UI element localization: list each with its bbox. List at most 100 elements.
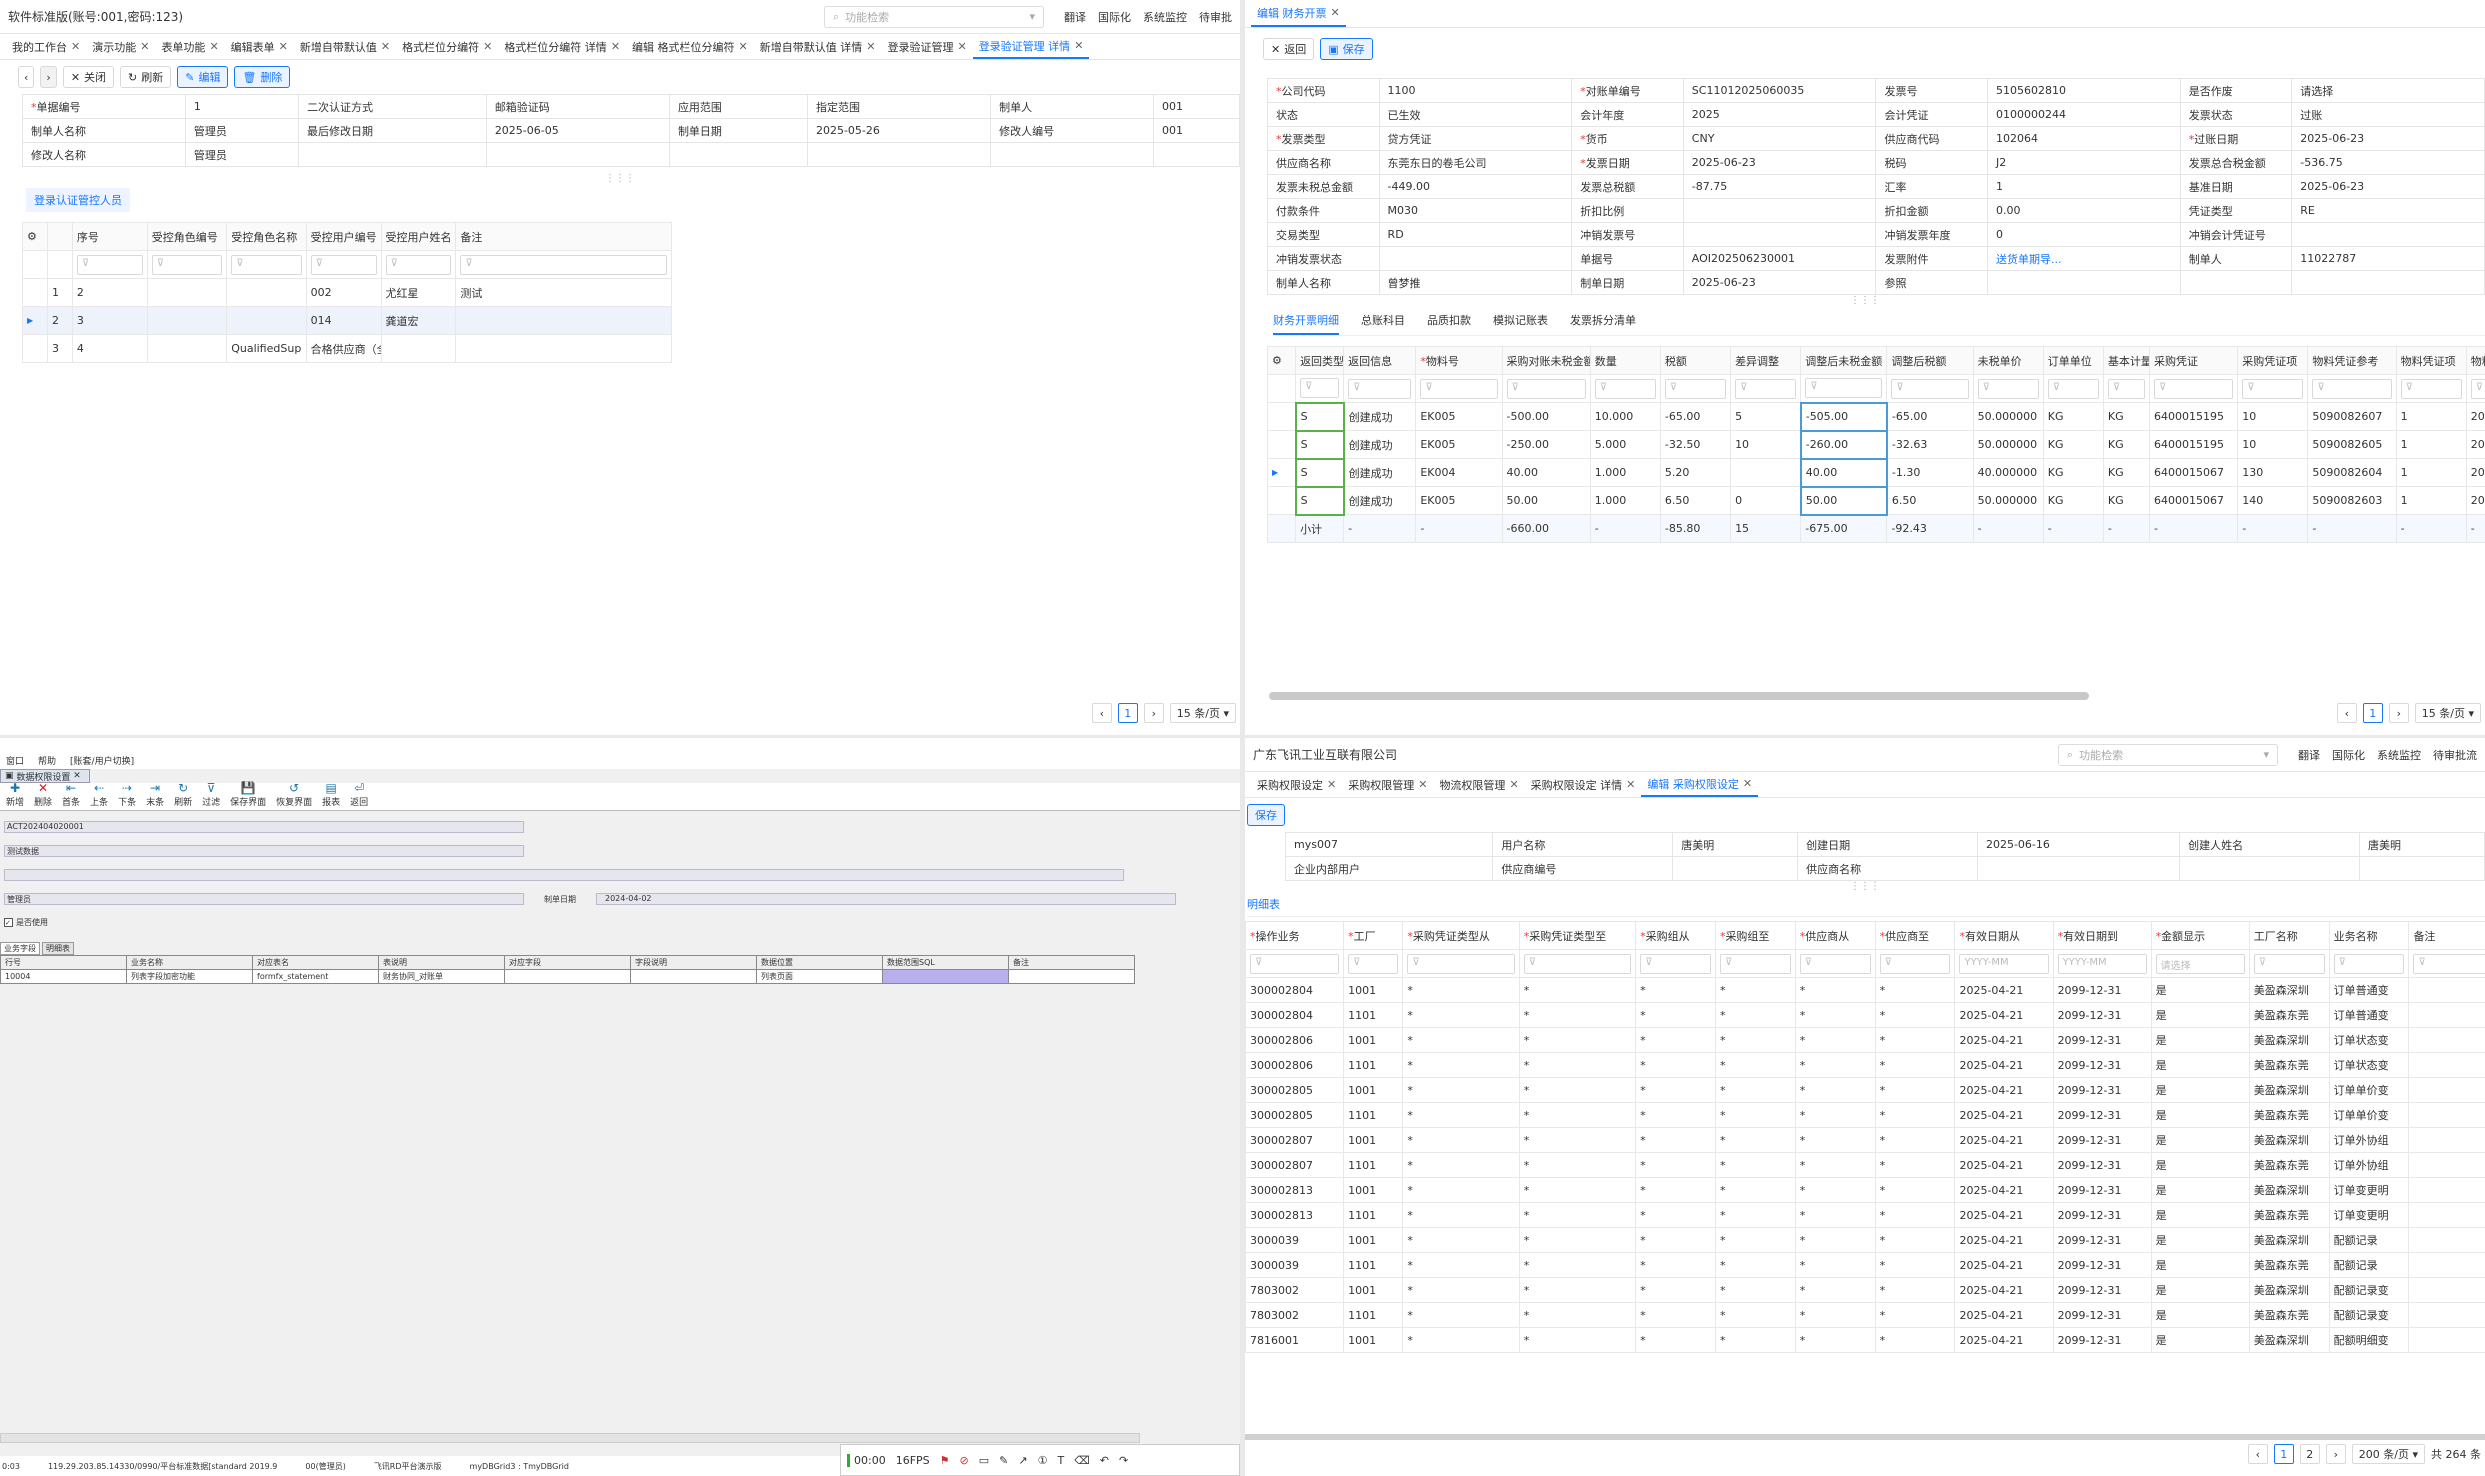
grid-cell[interactable]: 1001 [1343, 1227, 1404, 1253]
grid-cell[interactable] [2408, 1102, 2485, 1128]
tool-button[interactable]: ✕ 删除 [34, 781, 52, 808]
form-value[interactable]: 001 [1152, 118, 1240, 143]
grid-cell[interactable]: 列表页面 [756, 969, 883, 984]
tab-item[interactable]: 采购权限设定 ✕ [1251, 772, 1342, 797]
table-row[interactable]: 7816001 1001 * * * * * * 2025-04-21 2099-12-31 是美盈… [1245, 1327, 2485, 1353]
tool-button[interactable]: ⏎ 返回 [350, 781, 368, 808]
grid-cell[interactable]: 美盈森东莞 [2248, 1102, 2330, 1128]
table-row[interactable]: 7803002 1101 * * * * * * 2025-04-21 2099-12-31 是美盈… [1245, 1302, 2485, 1328]
page-button[interactable]: 1 [2362, 703, 2383, 723]
legacy-tab[interactable]: 业务字段 [0, 942, 40, 955]
grid-cell[interactable]: 300002813 [1245, 1177, 1345, 1203]
date-field[interactable]: 2024-04-02 [596, 893, 1176, 905]
grid-cell[interactable]: 2025-04-21 [1954, 1202, 2054, 1228]
grid-cell[interactable]: 2025-04-21 [1954, 1252, 2054, 1278]
edit-button[interactable]: ✎ 编辑 [177, 66, 229, 88]
column-header[interactable]: 采购组至 [1714, 921, 1796, 950]
column-header[interactable]: 返回类型 [1295, 346, 1345, 375]
use-checkbox[interactable]: ✓ 是否使用 [4, 917, 1236, 928]
grid-cell[interactable]: * [1518, 1077, 1637, 1103]
next-page-button[interactable]: › [1143, 703, 1164, 723]
grid-cell[interactable]: * [1518, 1227, 1637, 1253]
form-value[interactable] [2359, 856, 2485, 881]
grid-cell[interactable]: * [1874, 1327, 1956, 1353]
grid-cell[interactable]: 配额记录变 [2328, 1277, 2410, 1303]
grid-cell[interactable]: * [1714, 1002, 1796, 1028]
grid-cell[interactable]: * [1635, 1177, 1716, 1203]
grid-cell[interactable]: * [1714, 977, 1796, 1003]
grid-cell[interactable]: * [1714, 1227, 1796, 1253]
form-value[interactable]: 2025-06-23 [1682, 150, 1877, 175]
grid-cell[interactable]: 2025-04-21 [1954, 977, 2054, 1003]
subtab-1[interactable]: 总账科目 [1361, 312, 1405, 335]
grid-cell[interactable]: 是 [2150, 1177, 2250, 1203]
grid-cell[interactable] [2408, 1302, 2485, 1328]
form-label[interactable] [1976, 856, 2181, 881]
close-icon[interactable]: ✕ [483, 40, 492, 53]
form-value[interactable]: 管理员 [184, 118, 300, 143]
return-button[interactable]: ✕ 返回 [1263, 38, 1315, 60]
grid-cell[interactable]: 300002806 [1245, 1027, 1345, 1053]
grid-cell[interactable]: * [1635, 1002, 1716, 1028]
form-value[interactable] [1682, 198, 1877, 223]
grid-cell[interactable]: 美盈森深圳 [2248, 1177, 2330, 1203]
grid-cell[interactable]: S [1294, 457, 1345, 488]
grid-cell[interactable]: 2099-12-31 [2052, 1202, 2152, 1228]
column-header[interactable]: 采购凭证项 [2237, 346, 2309, 375]
grid-cell[interactable]: * [1518, 1127, 1637, 1153]
top-link[interactable]: 系统监控 [1143, 9, 1187, 25]
grid-cell[interactable]: 1001 [1343, 1027, 1404, 1053]
grid-cell[interactable]: 美盈森东莞 [2248, 1152, 2330, 1178]
save-button[interactable]: 保存 [1247, 804, 1285, 826]
form-value[interactable]: 1 [1987, 174, 2181, 199]
filter-input[interactable]: ⊽ [385, 254, 452, 275]
page-2-button[interactable]: 2 [2299, 1444, 2320, 1464]
form-value[interactable]: 已生效 [1378, 102, 1573, 127]
form-value[interactable]: 贷方凭证 [1378, 126, 1573, 151]
subtab-4[interactable]: 发票拆分清单 [1570, 312, 1636, 335]
table-row[interactable]: 3000039 1101 * * * * * * 2025-04-21 2099-12-31 是美盈… [1245, 1252, 2485, 1278]
table-row[interactable]: 300002806 1001 * * * * * * 2025-04-21 2099-12-31 是… [1245, 1027, 2485, 1053]
form-label[interactable]: 用户名称 [1492, 832, 1674, 857]
grid-cell[interactable]: * [1518, 1302, 1637, 1328]
table-row[interactable]: 300002805 1101 * * * * * * 2025-04-21 2099-12-31 是… [1245, 1102, 2485, 1128]
form-value[interactable] [2291, 222, 2485, 247]
eraser-icon[interactable]: ⌫ [1074, 1454, 1090, 1467]
grid-cell[interactable]: * [1635, 1102, 1716, 1128]
tool-button[interactable]: 💾 保存界面 [230, 781, 266, 808]
filter-input[interactable]: ⊽ [2253, 953, 2325, 974]
grid-cell[interactable]: 2099-12-31 [2052, 1277, 2152, 1303]
filter-input[interactable]: ⊽ [1250, 953, 1340, 974]
grid-cell[interactable]: 1001 [1343, 977, 1404, 1003]
grid-cell[interactable]: * [1874, 1177, 1956, 1203]
grid-cell[interactable]: * [1635, 1327, 1716, 1353]
grid-cell[interactable]: 配额记录变 [2328, 1302, 2410, 1328]
form-value[interactable] [2179, 856, 2361, 881]
grid-cell[interactable]: * [1874, 1127, 1956, 1153]
top-link[interactable]: 国际化 [2332, 747, 2365, 763]
grid-cell[interactable] [2408, 1002, 2485, 1028]
menu-item[interactable]: 帮助 [38, 754, 56, 767]
grid-cell[interactable]: 2099-12-31 [2052, 1077, 2152, 1103]
grid-cell[interactable]: * [1402, 1227, 1520, 1253]
back-button[interactable]: ‹ [18, 66, 35, 88]
grid-cell[interactable]: * [1518, 1102, 1637, 1128]
grid-cell[interactable]: * [1794, 1202, 1876, 1228]
column-header[interactable]: 受控用户姓名 [380, 222, 457, 251]
tab-item[interactable]: 编辑 格式栏位分编符 ✕ [626, 34, 754, 59]
grid-cell[interactable]: 美盈森东莞 [2248, 1202, 2330, 1228]
grid-cell[interactable]: * [1714, 1177, 1796, 1203]
grid-cell[interactable]: -505.00 [1799, 401, 1888, 432]
filter-input[interactable]: ⊽ [460, 254, 667, 275]
form-value[interactable]: 创建日期 [1797, 832, 1978, 857]
top-link[interactable]: 翻译 [2298, 747, 2320, 763]
grid-cell[interactable]: * [1635, 1277, 1716, 1303]
grid-cell[interactable]: * [1794, 1277, 1876, 1303]
grid-cell[interactable] [630, 969, 757, 984]
grid-cell[interactable]: 300002813 [1245, 1202, 1345, 1228]
grid-cell[interactable]: 订单单价变 [2328, 1102, 2410, 1128]
column-header[interactable]: 基本计量 [2102, 346, 2151, 375]
horizontal-scrollbar[interactable] [1269, 692, 2089, 700]
close-icon[interactable]: ✕ [1074, 39, 1083, 52]
close-icon[interactable]: ✕ [1743, 777, 1752, 790]
